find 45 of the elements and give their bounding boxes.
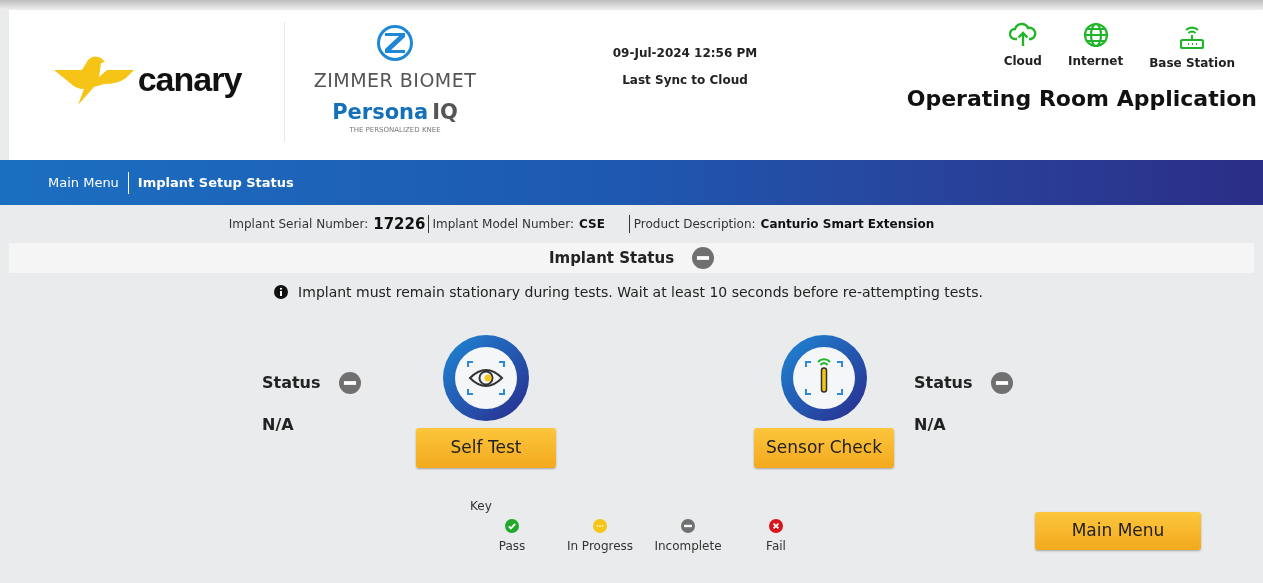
test-button[interactable]: Self Test	[416, 428, 556, 468]
info-icon	[274, 285, 289, 299]
key-label: Pass	[498, 538, 526, 555]
product-suffix: IQ	[432, 98, 458, 126]
notice-text: Implant must remain stationary during tests. Wait at least 10 seconds before re-attempting tests.	[298, 282, 983, 302]
check-icon	[505, 519, 519, 533]
status-label: Status	[914, 372, 973, 394]
connection-label: Cloud	[1003, 53, 1042, 70]
minus-icon	[692, 247, 715, 269]
minus-icon	[338, 372, 361, 394]
brand-logo-text: canary	[137, 58, 242, 100]
info-label: Product Description:	[633, 216, 756, 233]
in-progress-icon	[593, 519, 607, 533]
breadcrumb-link[interactable]: Implant Setup Status	[137, 172, 294, 193]
status-label: Status	[262, 372, 321, 394]
key-label: Incomplete	[654, 538, 722, 555]
partner-name: ZIMMER BIOMET	[313, 68, 477, 93]
sync-datetime: 09-Jul-2024 12:56 PM	[612, 45, 758, 62]
info-label: Implant Model Number:	[432, 216, 574, 233]
connection-label: Base Station	[1149, 55, 1235, 72]
sync-label: Last Sync to Cloud	[622, 72, 748, 89]
section-title: Implant Status	[548, 247, 675, 269]
info-value: CSE	[578, 216, 605, 233]
product-name: Persona	[332, 98, 429, 126]
app-title: Operating Room Application	[906, 85, 1257, 113]
info-label: Implant Serial Number:	[228, 216, 369, 233]
info-value: Canturio Smart Extension	[760, 216, 935, 233]
sensor-probe-icon	[781, 335, 867, 421]
test-button[interactable]: Sensor Check	[754, 428, 894, 468]
status-result: N/A	[914, 414, 947, 436]
info-value: 17226	[373, 213, 426, 235]
eye-scan-icon	[443, 335, 529, 421]
breadcrumb-link[interactable]: Main Menu	[48, 172, 119, 193]
zimmer-logo-icon	[376, 24, 414, 62]
status-result: N/A	[262, 414, 295, 436]
key-label: Fail	[766, 538, 786, 555]
globe-icon[interactable]	[1082, 22, 1109, 48]
key-title: Key	[470, 498, 493, 515]
minus-icon	[681, 519, 695, 533]
cloud-upload-icon[interactable]	[1008, 22, 1037, 48]
close-icon	[769, 519, 783, 533]
key-label: In Progress	[566, 538, 634, 555]
main-menu-button[interactable]: Main Menu	[1035, 512, 1201, 550]
minus-icon	[990, 372, 1013, 394]
connection-label: Internet	[1067, 53, 1124, 70]
